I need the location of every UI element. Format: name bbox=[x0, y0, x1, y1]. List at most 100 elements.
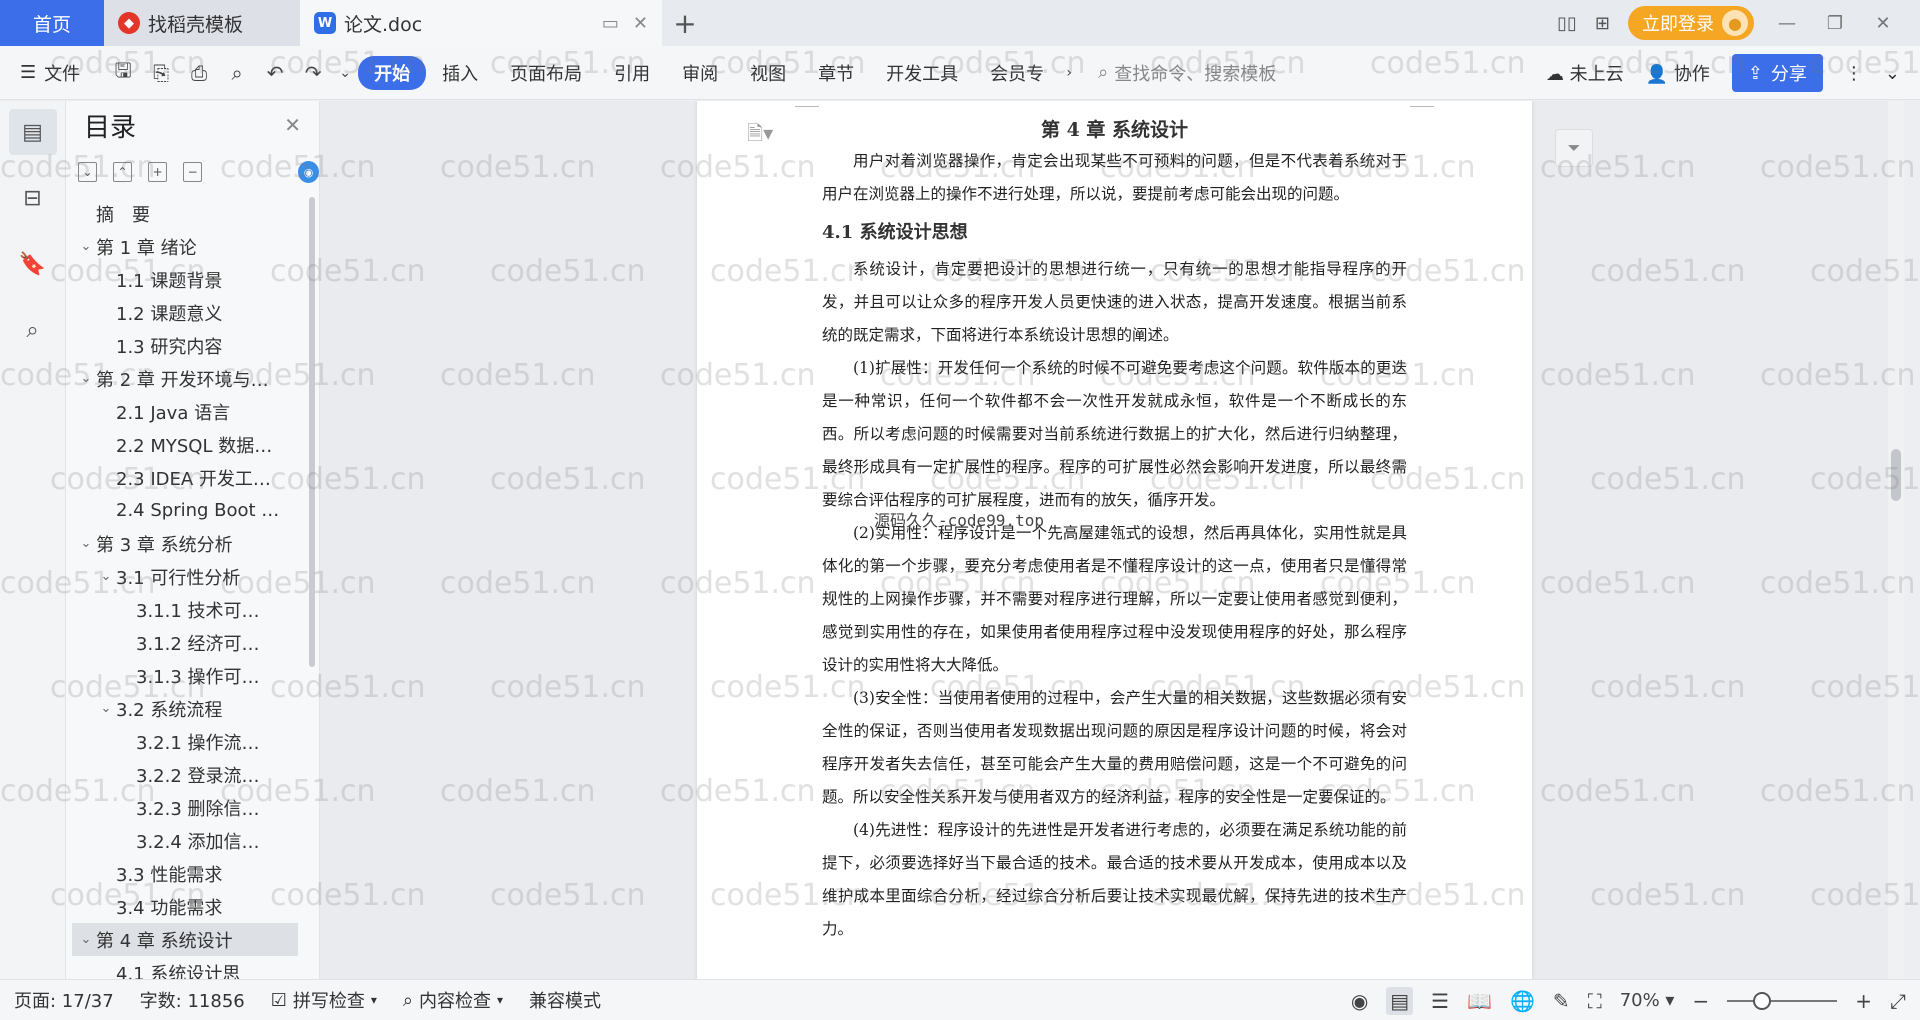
toc-item[interactable]: 3.1.1 技术可… bbox=[72, 593, 298, 626]
new-tab-button[interactable]: + bbox=[662, 7, 708, 40]
expand-all-icon[interactable]: ⌄ bbox=[78, 162, 98, 182]
toc-item[interactable]: 2.4 Spring Boot … bbox=[72, 494, 298, 527]
web-view-icon[interactable]: 🌐 bbox=[1510, 989, 1535, 1013]
collaborate-button[interactable]: 👤 协作 bbox=[1646, 60, 1710, 86]
document-page[interactable]: 🗎▾ 第 4 章 系统设计 用户对着浏览器操作，肯定会出现某些不可预料的问题，但… bbox=[697, 101, 1532, 979]
tab-view[interactable]: 视图 bbox=[734, 60, 802, 86]
toc-item[interactable]: ⌄ 3.1 可行性分析 bbox=[72, 560, 298, 593]
tab-chapter[interactable]: 章节 bbox=[802, 60, 870, 86]
login-button[interactable]: 立即登录 ● bbox=[1628, 6, 1754, 40]
minimize-icon[interactable]: — bbox=[1772, 13, 1802, 34]
toc-item[interactable]: 3.3 性能需求 bbox=[72, 857, 298, 890]
redo-icon[interactable]: ↷ bbox=[294, 61, 332, 85]
toc-item[interactable]: 1.1 课题背景 bbox=[72, 263, 298, 296]
toc-item[interactable]: ⌄ 第 3 章 系统分析 bbox=[72, 527, 298, 560]
zoom-out-icon[interactable]: − bbox=[1692, 989, 1709, 1013]
chevron-down-icon[interactable]: ⌄ bbox=[76, 371, 96, 386]
zoom-level[interactable]: 70% ▾ bbox=[1620, 990, 1675, 1011]
write-mode-icon[interactable]: ✎ bbox=[1553, 989, 1570, 1013]
print-preview-icon[interactable]: ⌕ bbox=[218, 61, 256, 85]
tab-templates[interactable]: ◆ 找稻壳模板 bbox=[104, 0, 300, 46]
toc-item[interactable]: 3.1.2 经济可… bbox=[72, 626, 298, 659]
chevron-down-icon[interactable]: ⌄ bbox=[76, 932, 96, 947]
add-heading-icon[interactable]: + bbox=[148, 162, 168, 182]
zoom-in-icon[interactable]: + bbox=[1855, 989, 1872, 1013]
file-menu[interactable]: ☰ 文件 bbox=[20, 60, 80, 86]
spell-check[interactable]: ☑ 拼写检查 ▾ bbox=[271, 987, 377, 1013]
tab-member[interactable]: 会员专 bbox=[974, 60, 1060, 86]
word-count[interactable]: 字数: 11856 bbox=[140, 987, 245, 1013]
toc-item[interactable]: 3.2.1 操作流… bbox=[72, 725, 298, 758]
toc-item[interactable]: 2.2 MYSQL 数据… bbox=[72, 428, 298, 461]
tab-references[interactable]: 引用 bbox=[598, 60, 666, 86]
toc-item[interactable]: 摘 要 bbox=[72, 197, 298, 230]
toc-item[interactable]: 3.2.4 添加信… bbox=[72, 824, 298, 857]
toc-item[interactable]: 3.1.3 操作可… bbox=[72, 659, 298, 692]
layout-toggle-icon[interactable]: ▯▯ bbox=[1557, 13, 1577, 34]
reading-view-icon[interactable]: 📖 bbox=[1467, 989, 1492, 1013]
close-window-icon[interactable]: ✕ bbox=[1868, 13, 1898, 34]
toc-scrollbar[interactable] bbox=[309, 197, 315, 667]
find-icon[interactable]: ⌕ bbox=[9, 307, 57, 353]
tab-home[interactable]: 首页 bbox=[0, 0, 104, 46]
filter-icon[interactable]: ⏷ bbox=[1555, 129, 1593, 167]
toc-item[interactable]: 2.1 Java 语言 bbox=[72, 395, 298, 428]
fullscreen-icon[interactable]: ⤢ bbox=[1890, 989, 1906, 1013]
undo-icon[interactable]: ↶ bbox=[256, 61, 294, 85]
toc-item-label: 1.1 课题背景 bbox=[116, 270, 223, 292]
toc-item[interactable]: ⌄ 第 1 章 绪论 bbox=[72, 230, 298, 263]
more-options-icon[interactable]: ⋮ bbox=[1845, 63, 1863, 84]
apps-grid-icon[interactable]: ⊞ bbox=[1595, 13, 1610, 34]
doc-outline-icon[interactable]: 🗎▾ bbox=[747, 119, 773, 153]
chevron-down-icon[interactable]: ⌄ bbox=[76, 239, 96, 254]
ai-assistant-icon[interactable]: ◉ bbox=[298, 161, 320, 183]
tab-developer[interactable]: 开发工具 bbox=[870, 60, 974, 86]
remove-heading-icon[interactable]: − bbox=[183, 162, 203, 182]
toc-item[interactable]: 1.2 课题意义 bbox=[72, 296, 298, 329]
compat-mode[interactable]: 兼容模式 bbox=[529, 987, 601, 1013]
tab-review[interactable]: 审阅 bbox=[666, 60, 734, 86]
fit-page-icon[interactable]: ⛶ bbox=[1588, 989, 1602, 1013]
export-icon[interactable]: ⎘ bbox=[142, 61, 180, 85]
toc-panel-icon[interactable]: ▤ bbox=[8, 109, 57, 155]
tab-insert[interactable]: 插入 bbox=[426, 60, 494, 86]
customize-dropdown-icon[interactable]: ⌄ bbox=[332, 65, 358, 81]
toc-item[interactable]: ⌄ 第 4 章 系统设计 bbox=[72, 923, 298, 956]
cloud-status[interactable]: ☁ 未上云 bbox=[1546, 60, 1624, 86]
more-tabs-icon[interactable]: › bbox=[1060, 65, 1078, 81]
collapse-ribbon-icon[interactable]: ⌄ bbox=[1885, 63, 1900, 84]
tab-start[interactable]: 开始 bbox=[358, 55, 427, 90]
chevron-down-icon[interactable]: ⌄ bbox=[76, 536, 96, 551]
page-counter[interactable]: 页面: 17/37 bbox=[14, 987, 114, 1013]
toc-item[interactable]: 2.3 IDEA 开发工… bbox=[72, 461, 298, 494]
tab-page-layout[interactable]: 页面布局 bbox=[494, 60, 598, 86]
page-view-icon[interactable]: ▤ bbox=[1386, 986, 1414, 1015]
collapse-all-icon[interactable]: ⌃ bbox=[113, 162, 133, 182]
toc-item[interactable]: 3.2.3 删除信… bbox=[72, 791, 298, 824]
chapter-nav-icon[interactable]: ⊟ bbox=[9, 175, 57, 221]
share-button[interactable]: ⇪ 分享 bbox=[1731, 54, 1823, 92]
save-icon[interactable]: 🖫 bbox=[104, 56, 142, 90]
restore-icon[interactable]: ❐ bbox=[1820, 13, 1850, 34]
command-search[interactable]: ⌕ 查找命令、搜索模板 bbox=[1098, 60, 1276, 86]
tab-document[interactable]: W 论文.doc ▭ ✕ bbox=[300, 0, 662, 46]
toc-item[interactable]: 1.3 研究内容 bbox=[72, 329, 298, 362]
toc-item[interactable]: 3.4 功能需求 bbox=[72, 890, 298, 923]
eye-protection-icon[interactable]: ◉ bbox=[1351, 989, 1368, 1013]
window-mode-icon[interactable]: ▭ bbox=[602, 13, 619, 34]
content-check[interactable]: ⌕ 内容检查 ▾ bbox=[403, 987, 503, 1013]
vertical-scrollbar[interactable] bbox=[1888, 101, 1904, 979]
bookmark-icon[interactable]: 🔖 bbox=[9, 241, 57, 287]
outline-view-icon[interactable]: ☰ bbox=[1431, 989, 1449, 1013]
toc-item[interactable]: ⌄ 第 2 章 开发环境与… bbox=[72, 362, 298, 395]
zoom-slider[interactable] bbox=[1727, 991, 1838, 1010]
chevron-down-icon[interactable]: ⌄ bbox=[96, 569, 116, 584]
chevron-down-icon[interactable]: ⌄ bbox=[96, 701, 116, 716]
close-icon[interactable]: ✕ bbox=[284, 113, 301, 137]
scrollbar-thumb[interactable] bbox=[1891, 449, 1901, 501]
toc-item[interactable]: 3.2.2 登录流… bbox=[72, 758, 298, 791]
toc-item[interactable]: ⌄ 3.2 系统流程 bbox=[72, 692, 298, 725]
print-icon[interactable]: ⎙ bbox=[180, 61, 218, 85]
zoom-slider-knob[interactable] bbox=[1752, 991, 1771, 1010]
close-tab-icon[interactable]: ✕ bbox=[633, 13, 648, 34]
